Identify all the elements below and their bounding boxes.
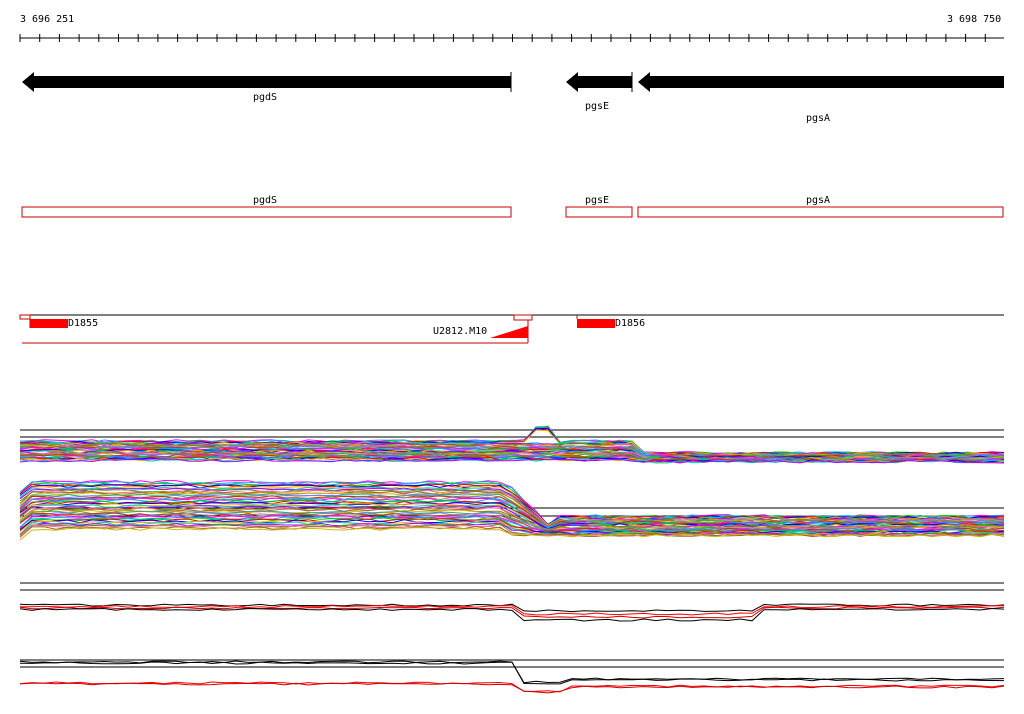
cds-label-pgsA: pgsA — [806, 195, 831, 206]
feature-track — [19, 314, 1004, 344]
gene-arrow-pgdS[interactable] — [22, 72, 512, 92]
coverage-track-2 — [19, 479, 1005, 541]
coverage-track-4 — [19, 659, 1005, 694]
gene-track — [22, 72, 1004, 92]
cds-box-pgdS[interactable] — [21, 206, 512, 218]
feature-label-D1856: D1856 — [615, 318, 646, 329]
gene-label-pgsE: pgsE — [585, 101, 610, 112]
cds-label-pgsE: pgsE — [585, 195, 610, 206]
coverage-track-1 — [19, 425, 1005, 464]
genome-tracks-svg — [19, 34, 1005, 694]
cds-track — [21, 206, 1004, 218]
feature-block-D1855[interactable] — [30, 319, 68, 328]
feature-label-D1855: D1855 — [68, 318, 99, 329]
gene-arrow-pgsE[interactable] — [566, 72, 633, 92]
coverage-track-3 — [19, 582, 1005, 622]
coordinate-ruler — [19, 34, 1004, 42]
feature-block-D1856[interactable] — [577, 319, 615, 328]
feature-wedge-U2812[interactable] — [490, 326, 528, 338]
cds-box-pgsE[interactable] — [565, 206, 633, 218]
feature-label-U2812: U2812.M10 — [433, 326, 488, 337]
gene-label-pgsA: pgsA — [806, 113, 831, 124]
cds-label-pgdS: pgdS — [253, 195, 278, 206]
genome-browser-view: 3 696 251 3 698 750 pgdS pgsE pgsA pgdS … — [0, 0, 1024, 714]
cds-box-pgsA[interactable] — [637, 206, 1004, 218]
gene-arrow-pgsA[interactable] — [638, 72, 1004, 92]
gene-label-pgdS: pgdS — [253, 92, 278, 103]
